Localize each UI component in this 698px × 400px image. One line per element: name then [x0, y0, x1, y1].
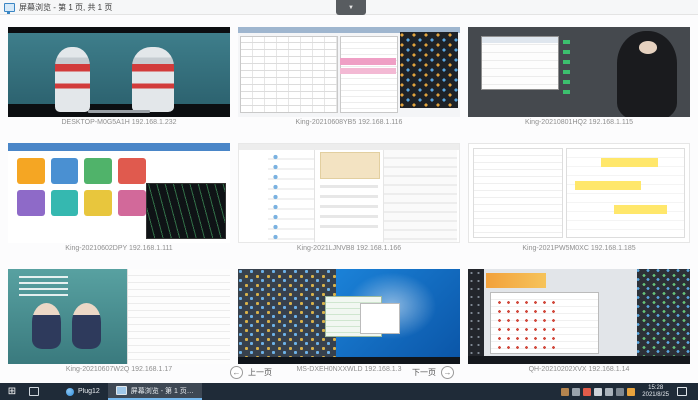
highlighted-cell	[614, 204, 667, 214]
screen-caption: King-20210602DPY 192.168.1.111	[65, 245, 173, 252]
list-panel	[473, 147, 564, 239]
right-icon-panel	[636, 269, 690, 357]
system-tray: 15:28 2021/8/25	[561, 385, 698, 399]
tray-app-icon[interactable]	[616, 387, 625, 396]
screen-caption: King-2021LJNVB8 192.168.1.166	[296, 245, 402, 252]
screen-thumbnail-5[interactable]	[238, 143, 460, 243]
screen-thumbnail-6[interactable]	[468, 143, 690, 243]
screen-thumbnail-1[interactable]	[8, 27, 230, 117]
tray-network-icon[interactable]	[594, 387, 603, 396]
screen-cell: King-20210608YB5 192.168.1.116	[238, 27, 460, 129]
ultraman-figure	[132, 46, 175, 112]
screen-cell: King-20210607W2Q 192.168.1.17	[8, 269, 230, 376]
green-icon-column	[563, 39, 571, 98]
arrow-right-icon: →	[441, 366, 454, 379]
tray-image-icon[interactable]	[561, 387, 570, 396]
clock-time: 15:28	[648, 384, 664, 391]
screen-cell: DESKTOP-M0G5A1H 192.168.1.232	[8, 27, 230, 129]
screen-thumbnail-9[interactable]	[468, 269, 690, 364]
tray-volume-icon[interactable]	[572, 387, 581, 396]
right-list-panel	[383, 149, 457, 242]
task-view-button[interactable]	[24, 383, 44, 400]
data-list-panel	[340, 36, 398, 114]
screen-cell: King-2021LJNVB8 192.168.1.166	[238, 143, 460, 255]
orange-banner	[485, 272, 546, 288]
remote-taskbar-strip	[238, 357, 460, 364]
screen-thumbnail-8[interactable]	[238, 269, 460, 364]
screen-caption: King-20210608YB5 192.168.1.116	[295, 119, 403, 126]
next-page-button[interactable]: 下一页 →	[412, 365, 454, 380]
windows-logo-icon: ⊞	[7, 386, 17, 397]
taskbar: ⊞ Plug12 屏幕浏览 - 第 1 页… 15:28 2021/8/25	[0, 383, 698, 400]
taskbar-clock[interactable]: 15:28 2021/8/25	[638, 385, 673, 399]
video-player-area	[8, 33, 230, 105]
taskbar-app-plug12[interactable]: Plug12	[58, 383, 108, 400]
chibi-character	[32, 303, 62, 349]
taskbar-app-label: Plug12	[78, 388, 100, 395]
avatar-column	[269, 151, 281, 241]
screen-cell: King-2021PW5M0XC 192.168.1.185	[468, 143, 690, 255]
screen-thumbnail-3[interactable]	[468, 27, 690, 117]
remote-taskbar-strip	[468, 356, 690, 364]
taskbar-app-screen-browse[interactable]: 屏幕浏览 - 第 1 页…	[107, 383, 202, 400]
action-center-button[interactable]	[676, 387, 687, 396]
chevron-down-icon: ▼	[348, 4, 354, 11]
monitor-wall-panel	[400, 32, 458, 108]
chat-message-lines	[320, 185, 378, 235]
left-icon-strip	[468, 269, 484, 364]
taskbar-app-label: 屏幕浏览 - 第 1 页…	[130, 387, 194, 395]
screen-caption: King-20210801HQ2 192.168.1.115	[524, 119, 634, 126]
selected-row-highlight	[340, 68, 396, 74]
document-window	[126, 269, 230, 364]
chibi-character	[72, 303, 102, 349]
start-button[interactable]: ⊞	[0, 383, 24, 400]
arrow-left-icon: ←	[230, 366, 243, 379]
tray-update-icon[interactable]	[627, 387, 636, 396]
screen-thumbnail-4[interactable]	[8, 143, 230, 243]
highlighted-cell	[574, 181, 641, 191]
cad-dark-window	[145, 183, 226, 239]
prev-page-button[interactable]: ← 上一页	[230, 365, 272, 380]
anime-wallpaper-face	[638, 41, 657, 54]
app-monitor-icon	[4, 2, 15, 14]
window-title: 屏幕浏览 - 第 1 页, 共 1 页	[19, 2, 113, 12]
task-view-icon	[29, 387, 39, 396]
cad-drawing-panel	[240, 36, 338, 114]
clock-date: 2021/8/25	[642, 391, 669, 398]
explorer-window	[481, 36, 559, 91]
tray-security-icon[interactable]	[583, 387, 592, 396]
toolbar-dropdown-tab[interactable]: ▼	[336, 0, 366, 15]
monitor-app-icon	[115, 386, 127, 395]
screen-thumbnail-2[interactable]	[238, 27, 460, 117]
screen-cell: King-20210801HQ2 192.168.1.115	[468, 27, 690, 129]
video-subtitle-line	[87, 109, 151, 113]
browser-titlebar-strip	[8, 143, 230, 151]
desktop-icon-area	[238, 269, 336, 358]
screen-caption: King-2021PW5M0XC 192.168.1.185	[522, 245, 636, 252]
screen-caption: QH-20210202XVX 192.168.1.14	[528, 366, 630, 373]
highlighted-cell	[601, 157, 659, 167]
screen-cell: QH-20210202XVX 192.168.1.14	[468, 269, 690, 376]
screen-caption: King-20210607W2Q 192.168.1.17	[65, 366, 173, 373]
ultraman-figure	[54, 46, 91, 112]
screen-cell: MS-DXEH0NXXWLD 192.168.1.3	[238, 269, 460, 376]
wallpaper-text-lines	[19, 275, 68, 297]
screen-caption: DESKTOP-M0G5A1H 192.168.1.232	[61, 119, 177, 126]
action-center-icon	[676, 387, 687, 396]
red-icon-marks	[494, 297, 562, 349]
selected-row-highlight	[340, 57, 396, 65]
prev-page-label: 上一页	[248, 368, 272, 377]
screen-thumbnail-7[interactable]	[8, 269, 230, 364]
tray-ime-icon[interactable]	[605, 387, 614, 396]
screens-grid: DESKTOP-M0G5A1H 192.168.1.232 King-20210…	[8, 27, 690, 376]
dialog-window	[360, 303, 400, 334]
app-icon-grid	[16, 158, 146, 216]
plug12-app-icon	[66, 387, 74, 396]
profile-card	[320, 151, 380, 180]
next-page-label: 下一页	[412, 368, 436, 377]
screen-cell: King-20210602DPY 192.168.1.111	[8, 143, 230, 255]
